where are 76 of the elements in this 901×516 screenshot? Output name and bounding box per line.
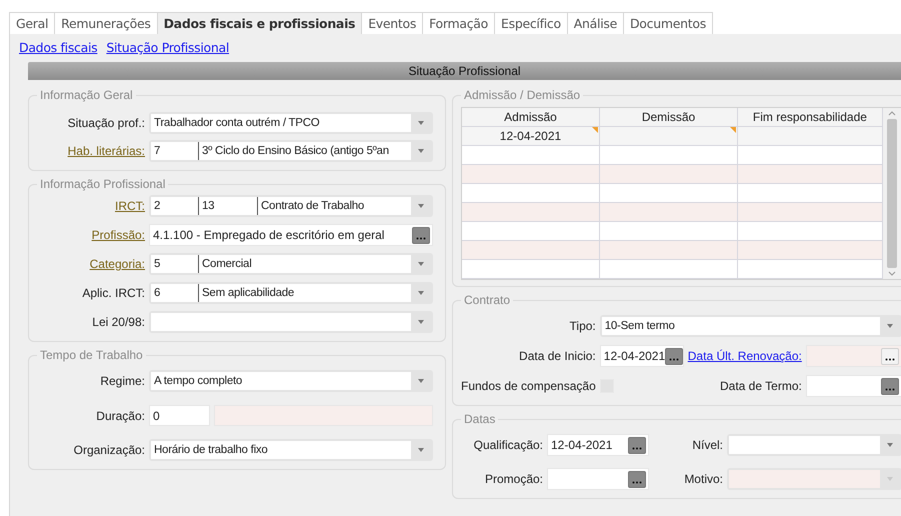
ellipsis-icon [884, 388, 895, 390]
ellipsis-icon [632, 446, 642, 450]
lookup-field[interactable]: 4.1.100 - Empregado de escritório em geral [149, 224, 433, 246]
dropdown[interactable]: 2 13 Contrato de Trabalho [149, 195, 433, 217]
column-header[interactable]: Admissão [462, 108, 600, 126]
picker-button[interactable] [412, 226, 430, 244]
dropdown-arrow-icon [418, 379, 424, 383]
field-label: Duração: [95, 408, 145, 422]
field-label: Tipo: [568, 319, 596, 333]
field-label: Promoção: [484, 472, 543, 486]
group-title: Datas [463, 412, 496, 426]
table-cell[interactable] [600, 127, 738, 145]
field-link[interactable]: Categoria: [37, 257, 145, 271]
date-field[interactable]: 12-04-2021 [600, 345, 684, 367]
field-label: Qualificação: [472, 438, 543, 452]
field-label: Data de Inicio: [518, 349, 596, 363]
field-label: Motivo: [683, 472, 723, 486]
dropdown-arrow-icon [418, 149, 424, 153]
ellipsis-icon [632, 480, 642, 484]
section-link[interactable]: Situação Profissional [106, 40, 230, 60]
date-field[interactable] [806, 375, 901, 397]
field-label: Situação prof.: [66, 116, 145, 130]
scrollbar[interactable] [882, 108, 901, 279]
ellipsis-icon [416, 236, 426, 240]
field-link[interactable]: Hab. literárias: [37, 144, 145, 158]
dropdown-arrow-icon [418, 448, 424, 452]
dropdown-arrow-icon [886, 443, 893, 447]
picker-button[interactable] [628, 436, 646, 454]
dropdown[interactable]: 10-Sem termo [600, 315, 901, 337]
input-field[interactable]: 0 [149, 405, 210, 426]
field-link[interactable]: IRCT: [37, 199, 145, 213]
field-link[interactable]: Profissão: [37, 228, 145, 242]
scroll-down-icon[interactable] [888, 271, 896, 276]
group-title: Informação Geral [39, 88, 134, 102]
dropdown[interactable] [149, 311, 433, 333]
dropdown-arrow-icon [886, 324, 893, 328]
dropdown[interactable]: A tempo completo [149, 370, 433, 392]
field-label: Regime: [99, 374, 145, 388]
ellipsis-icon [669, 358, 680, 360]
dropdown[interactable]: Trabalhador conta outrém / TPCO [149, 112, 433, 134]
field-label: Lei 20/98: [91, 315, 145, 329]
tab[interactable]: Documentos [622, 12, 713, 34]
dropdown[interactable]: 7 3º Ciclo do Ensino Básico (antigo 5ºan [149, 140, 433, 162]
field-label: Aplic. IRCT: [81, 286, 145, 300]
group-title: Tempo de Trabalho [39, 348, 144, 362]
dropdown-arrow-icon [418, 291, 424, 295]
ellipsis-icon [884, 358, 895, 360]
scroll-up-icon[interactable] [888, 111, 896, 116]
tab[interactable]: Específico [494, 12, 568, 34]
table-cell[interactable]: 12-04-2021 [462, 127, 600, 145]
field-label: Organização: [72, 443, 145, 457]
column-header[interactable]: Demissão [600, 108, 738, 126]
picker-button[interactable] [880, 378, 899, 394]
group-title: Informação Profissional [39, 177, 166, 191]
tab[interactable]: Geral [9, 12, 56, 34]
dropdown[interactable]: 6 Sem aplicabilidade [149, 282, 433, 304]
group-title: Admissão / Demissão [463, 88, 582, 102]
dropdown-arrow-icon [418, 320, 424, 324]
dropdown[interactable] [727, 434, 901, 456]
field-label: Data de Termo: [719, 379, 802, 393]
field-label: Fundos de compensação [461, 379, 596, 393]
table-cell[interactable] [738, 127, 883, 145]
dropdown-arrow-icon [418, 262, 424, 266]
field-label: Nível: [691, 438, 723, 452]
section-header: Situação Profissional [28, 62, 901, 80]
dropdown-arrow-icon [418, 121, 424, 125]
dropdown[interactable]: 5 Comercial [149, 253, 433, 275]
picker-button[interactable] [665, 348, 684, 364]
date-field[interactable]: 12-04-2021 [547, 434, 649, 456]
group-title: Contrato [463, 293, 512, 307]
section-link[interactable]: Dados fiscais [19, 40, 98, 60]
tab[interactable]: Dados fiscais e profissionais [156, 12, 362, 34]
dropdown[interactable]: Horário de trabalho fixo [149, 439, 433, 461]
dropdown-arrow-icon [418, 204, 424, 208]
date-field[interactable] [547, 468, 649, 490]
picker-button[interactable] [628, 470, 646, 488]
